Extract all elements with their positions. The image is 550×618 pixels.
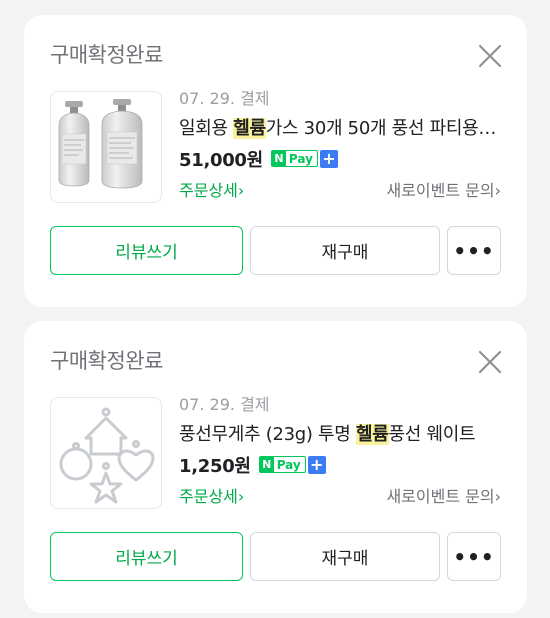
order-status: 구매확정완료: [50, 349, 163, 373]
search-highlight: 헬륨: [233, 118, 266, 139]
order-detail-label: 주문상세: [179, 487, 238, 506]
chevron-right-icon: ›: [494, 181, 501, 200]
balloon-weight-product-image: [59, 407, 155, 504]
order-card: 구매확정완료 07. 29. 결제 일회용 헬륨가스 30개 50개 풍선 파티…: [24, 15, 527, 307]
chevron-right-icon: ›: [494, 487, 501, 506]
product-title-prefix: 풍선무게추 (23g) 투명: [179, 424, 356, 445]
payment-date: 07. 29. 결제: [179, 89, 270, 108]
search-highlight: 헬륨: [355, 424, 389, 445]
naver-n-icon: N: [259, 457, 274, 472]
naver-n-icon: N: [271, 151, 286, 166]
chevron-right-icon: ›: [237, 487, 245, 506]
more-options-button[interactable]: •••: [447, 532, 501, 581]
plus-icon: +: [307, 456, 326, 474]
order-card: 구매확정완료 07. 29. 결제 풍선무게추 (23g) 투명 헬륨풍선 웨이…: [24, 321, 527, 613]
write-review-button[interactable]: 리뷰쓰기: [50, 226, 243, 275]
close-icon[interactable]: [477, 349, 503, 375]
product-price: 1,250원: [179, 456, 251, 477]
seller-inquiry-link[interactable]: 새로이벤트 문의›: [386, 483, 501, 507]
write-review-button[interactable]: 리뷰쓰기: [50, 532, 243, 581]
helium-tank-product-image: [58, 99, 143, 189]
npay-label: Pay: [288, 151, 313, 166]
close-icon[interactable]: [477, 43, 503, 69]
product-title[interactable]: 풍선무게추 (23g) 투명 헬륨풍선 웨이트: [179, 421, 501, 449]
product-title[interactable]: 일회용 헬륨가스 30개 50개 풍선 파티용 헬륨가스: [179, 115, 501, 143]
order-detail-label: 주문상세: [179, 181, 238, 200]
product-title-prefix: 일회용: [179, 118, 234, 139]
order-detail-link[interactable]: 주문상세›: [179, 483, 244, 507]
product-title-suffix: 풍선 웨이트: [388, 424, 476, 445]
npay-plus-badge: N Pay +: [270, 150, 338, 168]
npay-label: Pay: [276, 457, 301, 472]
product-thumbnail[interactable]: [50, 91, 162, 203]
product-price: 51,000원: [179, 150, 263, 171]
plus-icon: +: [319, 150, 338, 168]
order-info: 07. 29. 결제 일회용 헬륨가스 30개 50개 풍선 파티용 헬륨가스 …: [179, 87, 501, 203]
payment-date: 07. 29. 결제: [179, 395, 270, 414]
order-detail-link[interactable]: 주문상세›: [179, 177, 244, 201]
reorder-button[interactable]: 재구매: [250, 532, 440, 581]
product-thumbnail[interactable]: [50, 397, 162, 509]
order-info: 07. 29. 결제 풍선무게추 (23g) 투명 헬륨풍선 웨이트 1,250…: [179, 393, 501, 509]
seller-inquiry-label: 새로이벤트 문의: [386, 181, 495, 200]
more-options-button[interactable]: •••: [447, 226, 501, 275]
reorder-button[interactable]: 재구매: [250, 226, 440, 275]
chevron-right-icon: ›: [237, 181, 245, 200]
product-title-suffix: 가스 30개 50개 풍선 파티용 헬륨가스: [265, 118, 501, 139]
order-status: 구매확정완료: [50, 43, 163, 67]
seller-inquiry-link[interactable]: 새로이벤트 문의›: [386, 177, 501, 201]
seller-inquiry-label: 새로이벤트 문의: [386, 487, 495, 506]
npay-plus-badge: N Pay +: [258, 456, 326, 474]
